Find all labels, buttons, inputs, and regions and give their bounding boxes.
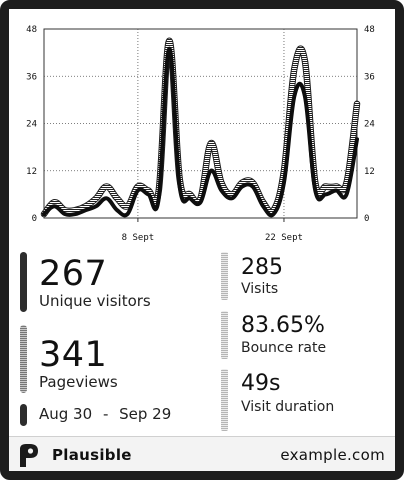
visits-label: Visits [241, 281, 279, 297]
bounce-rate-label: Bounce rate [241, 340, 327, 356]
y-tick-label-left: 36 [26, 72, 37, 82]
brand-name: Plausible [52, 446, 132, 464]
site-domain: example.com [280, 446, 385, 464]
y-tick-label-right: 36 [364, 72, 375, 82]
date-range-end: Sep 29 [119, 405, 172, 423]
visits-value: 285 [241, 255, 283, 280]
plausible-logo-icon [20, 444, 38, 467]
widget-screen: 0 0 12 12 24 24 36 36 48 48 8 Sept 22 Sept 267 Uni… [9, 9, 395, 471]
date-range-start: Aug 30 [39, 405, 93, 423]
y-tick-label-right: 0 [364, 214, 369, 224]
pageviews-value: 341 [39, 335, 108, 375]
visits-bar [221, 252, 228, 300]
visitors-chart: 0 0 12 12 24 24 36 36 48 48 8 Sept 22 Sept [26, 25, 375, 243]
unique-visitors-value: 267 [39, 254, 108, 294]
date-range-bar [20, 404, 27, 426]
date-range: Aug 30 - Sep 29 [39, 407, 171, 422]
pageviews-bar [20, 325, 27, 393]
unique-visitors-bar [20, 252, 27, 312]
bounce-rate-value: 83.65% [241, 313, 325, 338]
y-tick-label-left: 12 [26, 167, 37, 177]
y-tick-label-left: 24 [26, 120, 37, 130]
bounce-rate-bar [221, 311, 228, 359]
pageviews-label: Pageviews [39, 373, 118, 391]
unique-visitors-label: Unique visitors [39, 292, 151, 310]
y-tick-label-left: 0 [32, 214, 37, 224]
date-range-separator: - [102, 405, 109, 423]
y-tick-label-left: 48 [26, 25, 37, 35]
y-tick-label-right: 12 [364, 167, 375, 177]
visit-duration-label: Visit duration [241, 399, 335, 415]
footer: Plausible example.com [9, 436, 395, 471]
x-tick-label: 8 Sept [122, 233, 155, 243]
visit-duration-bar [221, 369, 228, 431]
y-tick-label-right: 24 [364, 120, 375, 130]
visit-duration-value: 49s [241, 371, 281, 396]
y-tick-label-right: 48 [364, 25, 375, 35]
x-tick-label: 22 Sept [265, 233, 303, 243]
